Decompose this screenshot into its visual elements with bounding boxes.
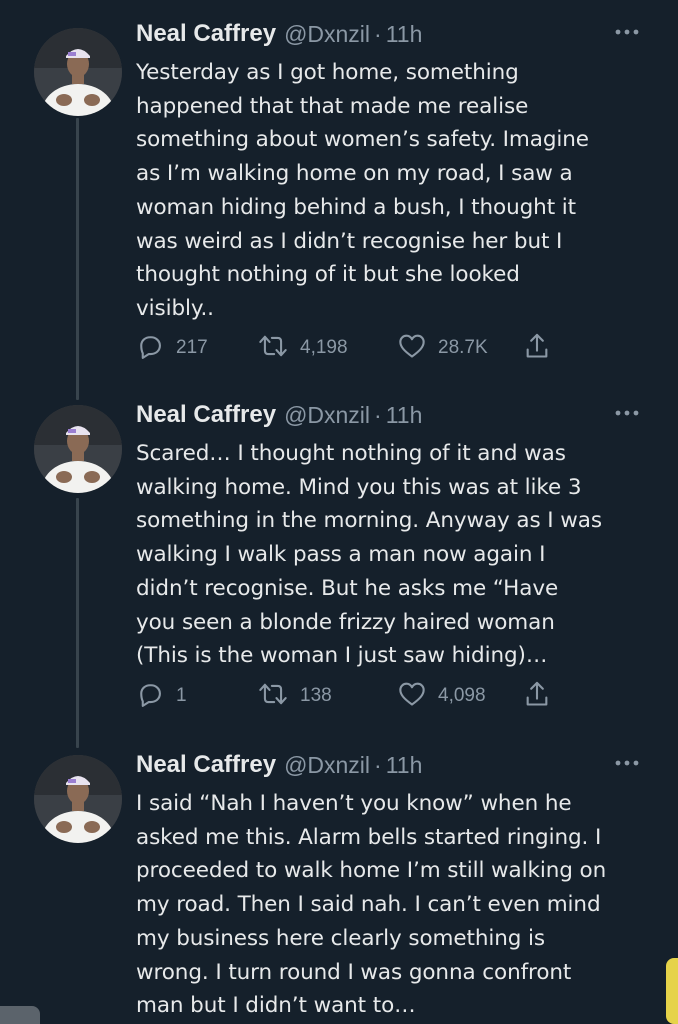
tweet-line: happened that that made me realise — [136, 93, 529, 119]
tweet-line: proceeded to walk home I’m still walking… — [136, 858, 607, 884]
tweet-line: I said “Nah I haven’t you know” when he — [136, 791, 572, 816]
reply-count: 217 — [176, 337, 208, 358]
separator-dot: · — [374, 401, 382, 428]
avatar[interactable] — [34, 405, 122, 493]
tweet-line: something in the morning. Anyway as I wa… — [136, 508, 602, 534]
tweet-text: I said “Nah I haven’t you know” when he … — [136, 787, 656, 1023]
like-count: 4,098 — [438, 685, 486, 706]
tweet-line: Yesterday as I got home, something — [136, 60, 519, 85]
user-handle[interactable]: @Dxnzil — [284, 21, 370, 48]
tweet-thread: Neal Caffrey @Dxnzil · 11h Yesterday as … — [0, 0, 678, 1024]
tweet-line: man but I didn’t want to… — [136, 993, 416, 1019]
display-name[interactable]: Neal Caffrey — [136, 751, 276, 779]
tweet-line: thought nothing of it but she looked — [136, 262, 520, 288]
tweet-text: Yesterday as I got home, something happe… — [136, 56, 656, 326]
retweet-button[interactable]: 138 — [258, 679, 332, 713]
tweet-line: wrong. I turn round I was gonna confront — [136, 959, 572, 985]
tweet-line: didn’t recognise. But he asks me “Have — [136, 575, 559, 601]
timestamp[interactable]: 11h — [386, 752, 423, 779]
heart-icon — [398, 681, 426, 711]
tweet[interactable]: Neal Caffrey @Dxnzil · 11h I said “Nah I… — [0, 749, 678, 1024]
like-count: 28.7K — [438, 337, 488, 358]
retweet-icon — [258, 680, 288, 712]
user-handle[interactable]: @Dxnzil — [284, 402, 370, 429]
display-name[interactable]: Neal Caffrey — [136, 401, 276, 429]
separator-dot: · — [374, 751, 382, 778]
more-icon[interactable] — [612, 22, 642, 42]
tweet-line: as I’m walking home on my road, I saw a — [136, 161, 573, 187]
tweet-line: was weird as I didn’t recognise her but … — [136, 228, 563, 254]
tweet-line: walking home. Mind you this was at like … — [136, 474, 582, 500]
avatar[interactable] — [34, 28, 122, 116]
tweet-line: my business here clearly something is — [136, 925, 546, 951]
reply-icon — [136, 680, 164, 712]
retweet-count: 4,198 — [300, 337, 348, 358]
tweet-line: woman hiding behind a bush, I thought it — [136, 194, 576, 220]
share-button[interactable] — [524, 331, 550, 365]
user-handle[interactable]: @Dxnzil — [284, 752, 370, 779]
tweet-line: my road. Then I said nah. I can’t even m… — [136, 892, 601, 918]
reply-icon — [136, 332, 164, 364]
avatar[interactable] — [34, 755, 122, 843]
timestamp[interactable]: 11h — [386, 21, 423, 48]
tweet-line: visibly.. — [136, 295, 214, 321]
retweet-icon — [258, 332, 288, 364]
tweet-text: Scared… I thought nothing of it and was … — [136, 437, 656, 673]
retweet-button[interactable]: 4,198 — [258, 331, 348, 365]
tweet-line: asked me this. Alarm bells started ringi… — [136, 824, 602, 850]
share-button[interactable] — [524, 679, 550, 713]
tweet-line: walking I walk pass a man now again I — [136, 542, 546, 568]
share-icon — [524, 332, 550, 364]
tweet-actions: 1 138 4,098 — [136, 679, 566, 713]
tweet-actions: 217 4,198 28.7K — [136, 331, 566, 365]
tweet-header: Neal Caffrey @Dxnzil · 11h — [136, 749, 422, 781]
overlay-element — [666, 958, 678, 1024]
more-icon[interactable] — [612, 753, 642, 773]
tweet-line: (This is the woman I just saw hiding)… — [136, 643, 548, 669]
tweet[interactable]: Neal Caffrey @Dxnzil · 11h Yesterday as … — [0, 18, 678, 368]
like-button[interactable]: 28.7K — [398, 331, 488, 365]
overlay-element — [0, 1006, 40, 1024]
like-button[interactable]: 4,098 — [398, 679, 486, 713]
reply-count: 1 — [176, 685, 187, 706]
tweet-header: Neal Caffrey @Dxnzil · 11h — [136, 399, 422, 431]
share-icon — [524, 680, 550, 712]
display-name[interactable]: Neal Caffrey — [136, 20, 276, 48]
retweet-count: 138 — [300, 685, 332, 706]
heart-icon — [398, 333, 426, 363]
tweet-line: Scared… I thought nothing of it and was — [136, 441, 566, 466]
separator-dot: · — [374, 20, 382, 47]
reply-button[interactable]: 217 — [136, 331, 208, 365]
reply-button[interactable]: 1 — [136, 679, 187, 713]
tweet-header: Neal Caffrey @Dxnzil · 11h — [136, 18, 422, 50]
tweet-line: you seen a blonde frizzy haired woman — [136, 609, 555, 635]
tweet[interactable]: Neal Caffrey @Dxnzil · 11h Scared… I tho… — [0, 399, 678, 719]
tweet-line: something about women’s safety. Imagine — [136, 127, 589, 153]
more-icon[interactable] — [612, 403, 642, 423]
timestamp[interactable]: 11h — [386, 402, 423, 429]
